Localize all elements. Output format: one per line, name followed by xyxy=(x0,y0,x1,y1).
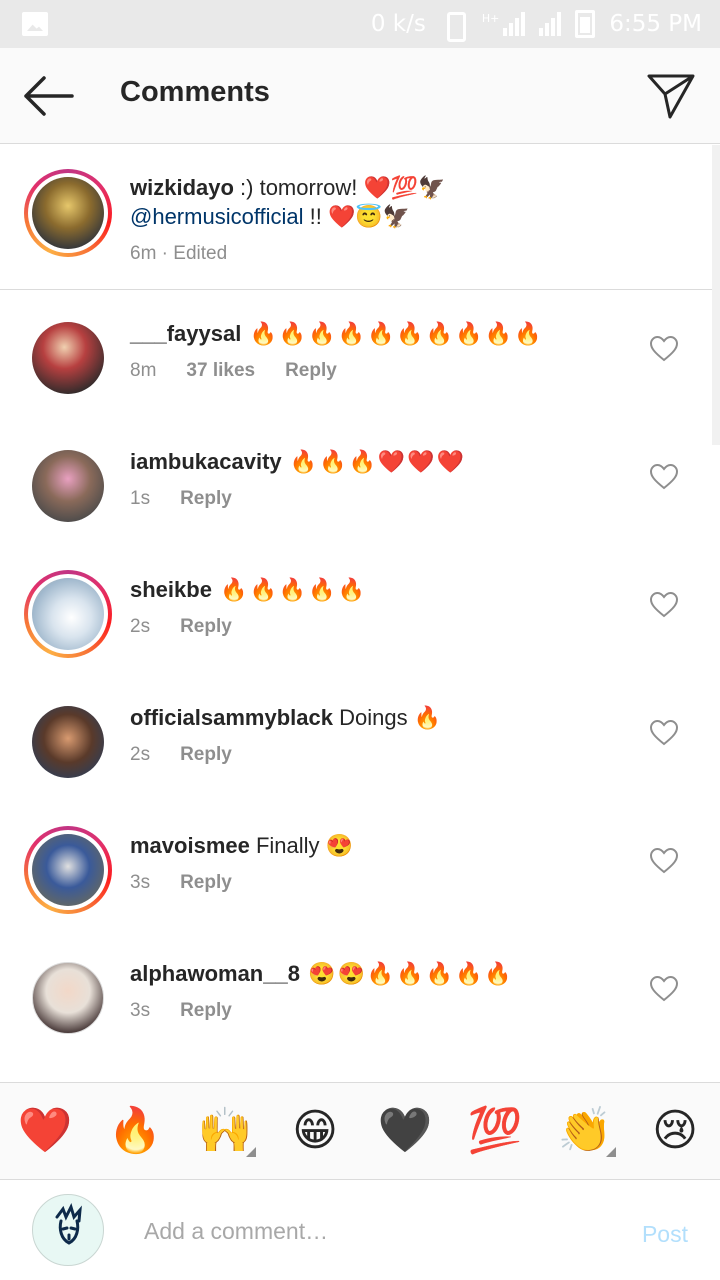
comment-text: alphawoman__8 😍😍🔥🔥🔥🔥🔥 xyxy=(130,958,630,990)
like-heart-icon[interactable] xyxy=(650,848,678,874)
caption-text: wizkidayo :) tomorrow! ❤️💯🦅 @hermusicoff… xyxy=(130,173,690,268)
battery-icon xyxy=(575,10,596,38)
comment-avatar[interactable] xyxy=(24,570,112,658)
page-title: Comments xyxy=(120,76,270,108)
comment-row: officialsammyblack Doings 🔥 2s Reply xyxy=(0,690,720,818)
emoji-red-heart-button[interactable]: ❤️ xyxy=(10,1103,80,1159)
comment-meta: 1s Reply xyxy=(130,488,232,510)
comment-username[interactable]: iambukacavity xyxy=(130,449,282,474)
comment-body: 🔥🔥🔥❤️❤️❤️ xyxy=(281,449,467,474)
emoji-hundred-button[interactable]: 💯 xyxy=(460,1103,530,1159)
comment-text: iambukacavity 🔥🔥🔥❤️❤️❤️ xyxy=(130,446,630,478)
comment-body: 🔥🔥🔥🔥🔥 xyxy=(211,577,368,602)
emoji-quick-bar: ❤️ 🔥 🙌 😁 🖤 💯 👏 😢 xyxy=(0,1082,720,1180)
caption-mention[interactable]: @hermusicofficial xyxy=(130,204,304,229)
caption-body-2: !! ❤️😇🦅 xyxy=(303,204,411,229)
caption-timestamp: 6m · Edited xyxy=(130,243,228,264)
comment-text: mavoismee Finally 😍 xyxy=(130,830,630,862)
comment-meta: 3s Reply xyxy=(130,1000,232,1022)
clock: 6:55 PM xyxy=(609,11,702,37)
avatar-image xyxy=(32,177,104,249)
comment-meta: 3s Reply xyxy=(130,872,232,894)
avatar-sketch-icon xyxy=(55,1202,82,1245)
comment-composer: Post xyxy=(0,1181,720,1280)
comment-text: ___fayysal 🔥🔥🔥🔥🔥🔥🔥🔥🔥🔥 xyxy=(130,318,630,350)
reply-button[interactable]: Reply xyxy=(285,360,337,382)
comment-meta: 2s Reply xyxy=(130,744,232,766)
reply-button[interactable]: Reply xyxy=(180,1000,232,1022)
comment-row: ___fayysal 🔥🔥🔥🔥🔥🔥🔥🔥🔥🔥 8m 37 likes Reply xyxy=(0,306,720,434)
emoji-fire-button[interactable]: 🔥 xyxy=(100,1103,170,1159)
comment-row: iambukacavity 🔥🔥🔥❤️❤️❤️ 1s Reply xyxy=(0,434,720,562)
comment-text: officialsammyblack Doings 🔥 xyxy=(130,702,630,734)
emoji-raising-hands-button[interactable]: 🙌 xyxy=(190,1103,260,1159)
signal-icon-2 xyxy=(539,12,562,36)
comment-time: 8m xyxy=(130,360,157,381)
caption-avatar[interactable] xyxy=(24,169,112,257)
emoji-cry-button[interactable]: 😢 xyxy=(640,1103,710,1159)
like-heart-icon[interactable] xyxy=(650,720,678,746)
comment-row: mavoismee Finally 😍 3s Reply xyxy=(0,818,720,946)
like-heart-icon[interactable] xyxy=(650,336,678,362)
emoji-black-heart-button[interactable]: 🖤 xyxy=(370,1103,440,1159)
comment-time: 2s xyxy=(130,616,151,637)
post-button[interactable]: Post xyxy=(642,1221,688,1248)
post-caption: wizkidayo :) tomorrow! ❤️💯🦅 @hermusicoff… xyxy=(0,145,720,290)
status-bar: 0 k/s H+ 6:55 PM xyxy=(0,0,720,48)
direct-message-icon[interactable] xyxy=(646,72,696,120)
caption-body: :) tomorrow! ❤️💯🦅 xyxy=(233,175,446,200)
reply-button[interactable]: Reply xyxy=(180,616,232,638)
comment-time: 1s xyxy=(130,488,151,509)
comment-row: alphawoman__8 😍😍🔥🔥🔥🔥🔥 3s Reply xyxy=(0,946,720,1074)
network-type: H+ xyxy=(481,12,500,25)
comment-avatar[interactable] xyxy=(24,826,112,914)
vibrate-icon xyxy=(440,11,468,42)
comment-body: 😍😍🔥🔥🔥🔥🔥 xyxy=(299,961,514,986)
comment-body: Finally 😍 xyxy=(249,833,354,858)
like-heart-icon[interactable] xyxy=(650,464,678,490)
comment-username[interactable]: sheikbe xyxy=(130,577,212,602)
comment-avatar[interactable] xyxy=(32,962,104,1034)
comment-avatar[interactable] xyxy=(32,450,104,522)
back-arrow-icon[interactable] xyxy=(22,74,74,118)
comment-time: 3s xyxy=(130,872,151,893)
comment-body: 🔥🔥🔥🔥🔥🔥🔥🔥🔥🔥 xyxy=(241,321,544,346)
reply-button[interactable]: Reply xyxy=(180,744,232,766)
comment-username[interactable]: alphawoman__8 xyxy=(130,961,300,986)
caption-username[interactable]: wizkidayo xyxy=(130,175,234,200)
header: Comments xyxy=(0,48,720,144)
emoji-grin-button[interactable]: 😁 xyxy=(280,1103,350,1159)
emoji-clap-button[interactable]: 👏 xyxy=(550,1103,620,1159)
comment-avatar[interactable] xyxy=(32,322,104,394)
avatar-image xyxy=(32,578,104,650)
comment-row: sheikbe 🔥🔥🔥🔥🔥 2s Reply xyxy=(0,562,720,690)
image-notification-icon xyxy=(22,12,48,36)
comment-meta: 8m 37 likes Reply xyxy=(130,360,337,382)
comment-time: 2s xyxy=(130,744,151,765)
my-avatar[interactable] xyxy=(32,1194,104,1266)
comment-avatar[interactable] xyxy=(32,706,104,778)
reply-button[interactable]: Reply xyxy=(180,872,232,894)
signal-icon: H+ xyxy=(482,12,526,36)
like-heart-icon[interactable] xyxy=(650,592,678,618)
reply-button[interactable]: Reply xyxy=(180,488,232,510)
comment-meta: 2s Reply xyxy=(130,616,232,638)
network-speed: 0 k/s xyxy=(370,11,426,37)
comment-username[interactable]: officialsammyblack xyxy=(130,705,333,730)
comment-username[interactable]: ___fayysal xyxy=(130,321,241,346)
comment-input[interactable] xyxy=(144,1213,584,1249)
comment-likes[interactable]: 37 likes xyxy=(186,360,255,382)
like-heart-icon[interactable] xyxy=(650,976,678,1002)
comment-body: Doings 🔥 xyxy=(332,705,442,730)
status-right: 0 k/s H+ 6:55 PM xyxy=(370,8,702,42)
comment-time: 3s xyxy=(130,1000,151,1021)
comment-text: sheikbe 🔥🔥🔥🔥🔥 xyxy=(130,574,630,606)
avatar-image xyxy=(32,834,104,906)
comment-username[interactable]: mavoismee xyxy=(130,833,250,858)
